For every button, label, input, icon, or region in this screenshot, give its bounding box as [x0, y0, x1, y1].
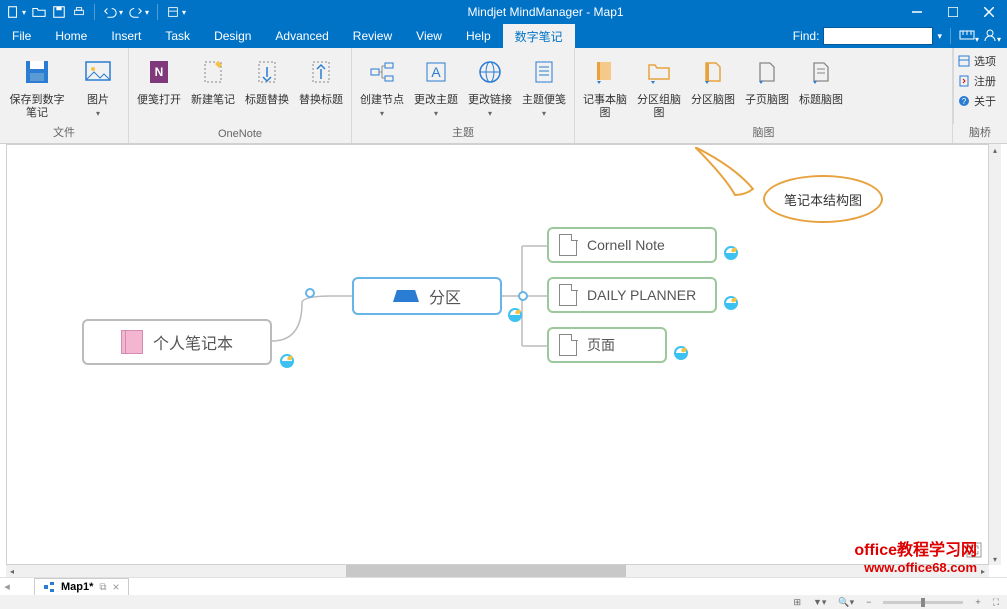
- tab-view[interactable]: View: [404, 24, 454, 48]
- map-leaf-node[interactable]: 页面: [547, 327, 667, 363]
- notebook-map-button[interactable]: 记事本脑图: [581, 52, 629, 120]
- about-button[interactable]: ?关于: [958, 92, 1003, 110]
- ie-link-icon[interactable]: [507, 307, 523, 323]
- watermark: office教程学习网 www.office68.com: [854, 536, 977, 575]
- image-button[interactable]: 图片▾: [74, 52, 122, 118]
- find-dropdown-icon[interactable]: ▾: [937, 31, 942, 42]
- save-to-notes-button[interactable]: 保存到数字笔记: [6, 52, 68, 120]
- document-tabbar: ◂ Map1* ⧉ ×: [0, 577, 1007, 595]
- ie-link-icon[interactable]: [279, 353, 295, 369]
- user-icon[interactable]: ▾: [983, 28, 1001, 45]
- create-node-button[interactable]: 创建节点▾: [358, 52, 406, 118]
- tab-advanced[interactable]: Advanced: [263, 24, 340, 48]
- map-leaf-node[interactable]: DAILY PLANNER: [547, 277, 717, 313]
- zoom-slider[interactable]: [883, 601, 963, 604]
- tab-task[interactable]: Task: [153, 24, 202, 48]
- tab-review[interactable]: Review: [341, 24, 404, 48]
- ribbon: 保存到数字笔记 图片▾ 文件 N 便笺打开 新建笔记 标题替换: [0, 48, 1007, 144]
- menubar: File Home Insert Task Design Advanced Re…: [0, 24, 1007, 48]
- ie-link-icon[interactable]: [723, 245, 739, 261]
- save-icon[interactable]: [52, 5, 66, 19]
- page-icon: [559, 284, 577, 306]
- vertical-scrollbar[interactable]: ▴ ▾: [989, 144, 1001, 565]
- title-map-button[interactable]: 标题脑图: [797, 52, 845, 107]
- window-controls: [899, 0, 1007, 24]
- map-icon: [43, 581, 55, 593]
- section-icon: [393, 290, 419, 302]
- zoom-in-icon[interactable]: +: [975, 597, 980, 607]
- new-file-icon[interactable]: ▾: [6, 5, 26, 19]
- ribbon-group-bridge: 选项 注册 ?关于: [953, 48, 1007, 124]
- notebook-icon: [121, 330, 143, 354]
- tab-scroll-left-icon[interactable]: ◂: [0, 580, 14, 593]
- page-icon: [559, 234, 577, 256]
- print-icon[interactable]: [72, 5, 86, 19]
- redo-icon[interactable]: ▾: [129, 5, 149, 19]
- svg-text:A: A: [431, 64, 441, 80]
- window-title: Mindjet MindManager - Map1: [192, 5, 899, 19]
- note-open-button[interactable]: N 便笺打开: [135, 52, 183, 107]
- ribbon-group-file: 保存到数字笔记 图片▾ 文件: [0, 48, 129, 143]
- tab-home[interactable]: Home: [43, 24, 99, 48]
- find-label: Find:: [793, 29, 820, 43]
- callout-annotation: 笔记本结构图: [763, 175, 883, 223]
- replace-title-button[interactable]: 替换标题: [297, 52, 345, 107]
- change-topic-button[interactable]: A 更改主题▾: [412, 52, 460, 118]
- subpage-map-button[interactable]: 子页脑图: [743, 52, 791, 107]
- properties-icon[interactable]: ▾: [166, 5, 186, 19]
- statusbar: ⊞ ▼▾ 🔍▾ − + ⛶: [0, 595, 1007, 609]
- ruler-icon[interactable]: ▾: [959, 28, 979, 45]
- horizontal-scrollbar[interactable]: ◂ ▸: [6, 565, 989, 577]
- fit-icon[interactable]: ⛶: [993, 597, 999, 608]
- tab-design[interactable]: Design: [202, 24, 263, 48]
- tab-detach-icon[interactable]: ⧉: [99, 582, 106, 593]
- connector-line: [272, 293, 357, 343]
- options-button[interactable]: 选项: [958, 52, 1003, 70]
- filter-icon[interactable]: ▼▾: [813, 597, 826, 608]
- minimize-button[interactable]: [899, 0, 935, 24]
- topic-note-button[interactable]: 主题便笺▾: [520, 52, 568, 118]
- maximize-button[interactable]: [935, 0, 971, 24]
- change-link-button[interactable]: 更改链接▾: [466, 52, 514, 118]
- section-map-button[interactable]: 分区脑图: [689, 52, 737, 107]
- svg-text:?: ?: [962, 97, 967, 106]
- document-tab[interactable]: Map1* ⧉ ×: [34, 578, 129, 596]
- title-replace-button[interactable]: 标题替换: [243, 52, 291, 107]
- tab-close-icon[interactable]: ×: [113, 580, 120, 594]
- ie-link-icon[interactable]: [723, 295, 739, 311]
- tab-help[interactable]: Help: [454, 24, 503, 48]
- zoom-out-icon[interactable]: −: [866, 597, 871, 607]
- canvas[interactable]: − 个人笔记本 分区 Cornell Note DAILY PLANNER 页面: [6, 144, 989, 565]
- map-leaf-node[interactable]: Cornell Note: [547, 227, 717, 263]
- page-icon: [559, 334, 577, 356]
- new-note-button[interactable]: 新建笔记: [189, 52, 237, 107]
- tab-digital-notes[interactable]: 数字笔记: [503, 24, 575, 48]
- tab-file[interactable]: File: [0, 24, 43, 48]
- find-input[interactable]: [823, 27, 933, 45]
- open-file-icon[interactable]: [32, 5, 46, 19]
- zoom-dropdown-icon[interactable]: 🔍▾: [838, 597, 854, 608]
- ribbon-group-onenote: N 便笺打开 新建笔记 标题替换 替换标题 OneNote: [129, 48, 352, 143]
- map-section-node[interactable]: 分区: [352, 277, 502, 315]
- map-root-node[interactable]: 个人笔记本: [82, 319, 272, 365]
- find-section: Find: ▾ ▾ ▾: [793, 27, 1007, 45]
- ie-link-icon[interactable]: [673, 345, 689, 361]
- ribbon-group-mindmap: 记事本脑图 分区组脑图 分区脑图 子页脑图 标题脑图 脑图: [575, 48, 953, 143]
- status-icon[interactable]: ⊞: [793, 597, 801, 608]
- tab-insert[interactable]: Insert: [99, 24, 153, 48]
- quick-access-toolbar: ▾ ▾ ▾ ▾: [0, 4, 192, 20]
- close-button[interactable]: [971, 0, 1007, 24]
- section-group-map-button[interactable]: 分区组脑图: [635, 52, 683, 120]
- titlebar: ▾ ▾ ▾ ▾ Mindjet MindManager - Map1: [0, 0, 1007, 24]
- expand-dot[interactable]: −: [518, 291, 528, 301]
- register-button[interactable]: 注册: [958, 72, 1003, 90]
- svg-text:N: N: [155, 65, 164, 79]
- ribbon-group-topic: 创建节点▾ A 更改主题▾ 更改链接▾ 主题便笺▾ 主题: [352, 48, 575, 143]
- undo-icon[interactable]: ▾: [103, 5, 123, 19]
- connector-dot: [305, 288, 315, 298]
